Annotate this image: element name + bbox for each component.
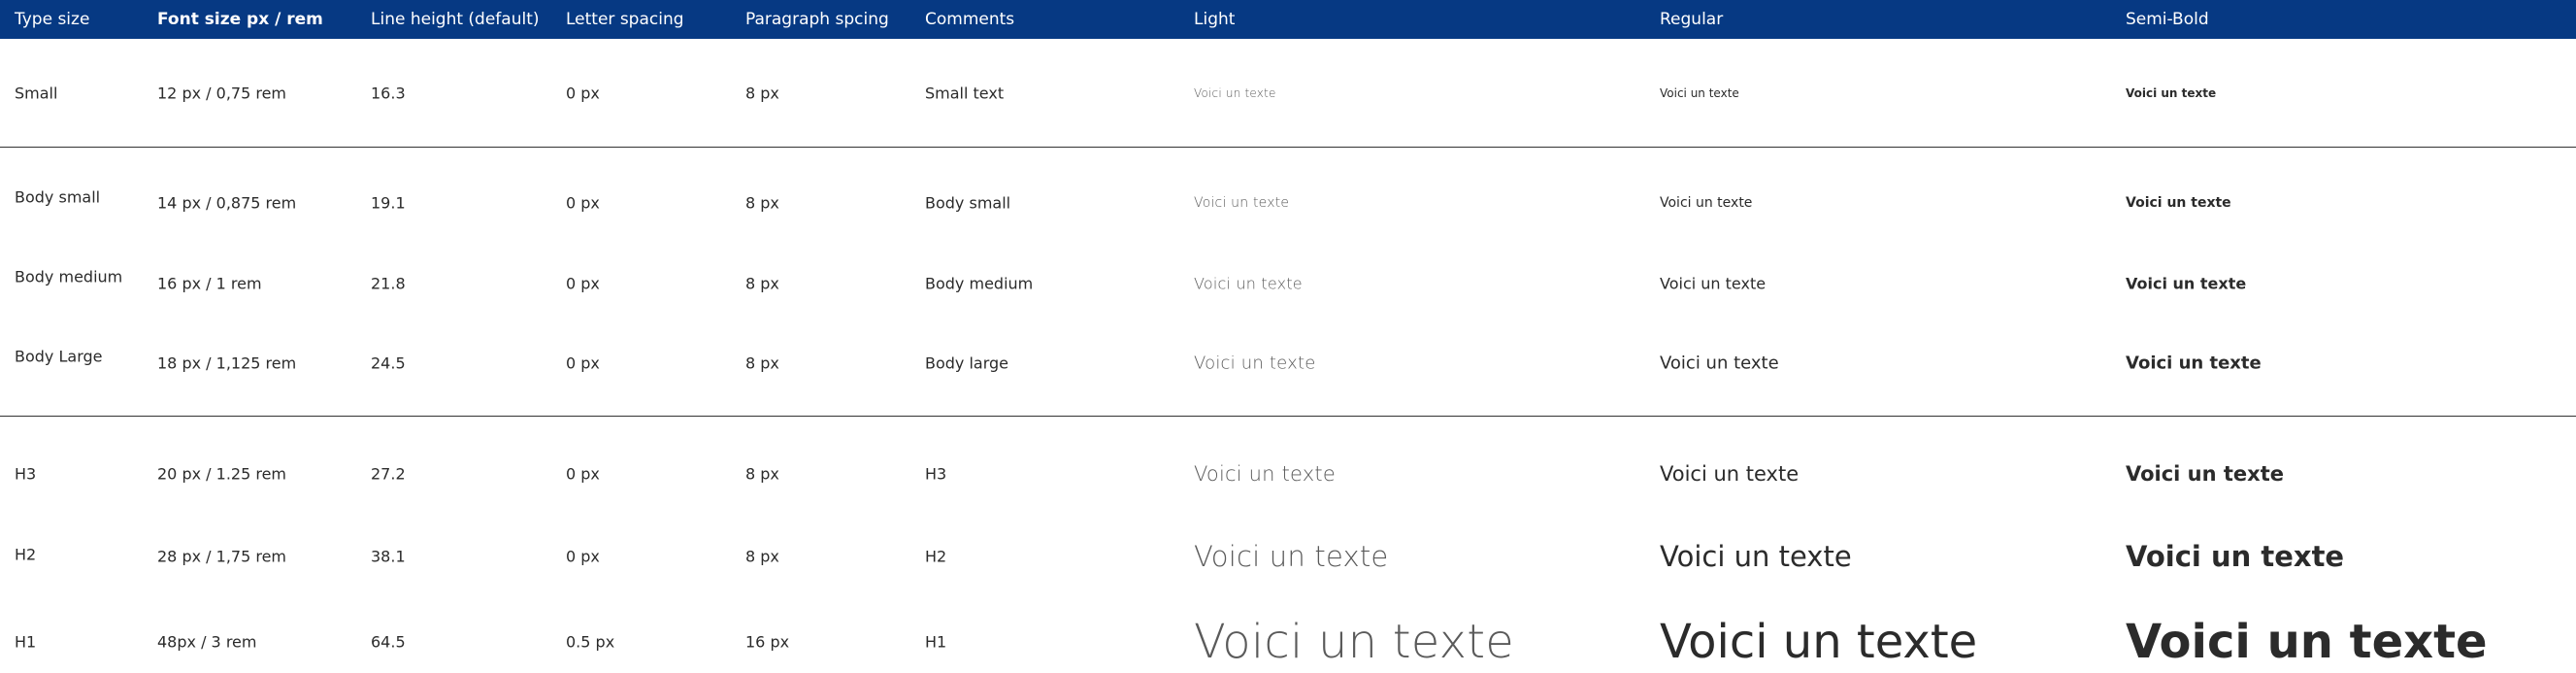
sample-regular: Voici un texte [1660, 615, 1978, 669]
sample-semibold: Voici un texte [2126, 86, 2217, 100]
sample-semibold: Voici un texte [2126, 353, 2262, 374]
paragraph-spacing-cell: 8 px [745, 193, 779, 213]
header-letter-spacing: Letter spacing [566, 10, 684, 29]
comment-cell: H1 [925, 632, 947, 652]
line-height-cell: 24.5 [371, 353, 406, 373]
header-regular: Regular [1660, 10, 1724, 29]
letter-spacing-cell: 0 px [566, 464, 600, 484]
sample-semibold: Voici un texte [2126, 274, 2247, 293]
line-height-cell: 16.3 [371, 84, 406, 103]
sample-light: Voici un texte [1194, 195, 1290, 211]
sample-regular: Voici un texte [1660, 274, 1767, 293]
table-header: Type size Font size px / rem Line height… [0, 0, 2576, 39]
line-height-cell: 38.1 [371, 547, 406, 566]
paragraph-spacing-cell: 8 px [745, 274, 779, 293]
font-size-cell: 48px / 3 rem [157, 632, 257, 652]
header-line-height: Line height (default) [371, 10, 540, 29]
sample-regular: Voici un texte [1660, 195, 1753, 211]
comment-cell: Body large [925, 353, 1009, 373]
header-light: Light [1194, 10, 1236, 29]
font-size-cell: 20 px / 1.25 rem [157, 464, 286, 484]
header-comments: Comments [925, 10, 1015, 29]
sample-regular: Voici un texte [1660, 86, 1739, 100]
sample-semibold: Voici un texte [2126, 615, 2488, 669]
paragraph-spacing-cell: 16 px [745, 632, 790, 652]
comment-cell: Small text [925, 84, 1005, 103]
line-height-cell: 64.5 [371, 632, 406, 652]
font-size-cell: 18 px / 1,125 rem [157, 353, 297, 373]
line-height-cell: 21.8 [371, 274, 406, 293]
header-paragraph-spacing: Paragraph spcing [745, 10, 889, 29]
letter-spacing-cell: 0 px [566, 547, 600, 566]
letter-spacing-cell: 0 px [566, 353, 600, 373]
sample-regular: Voici un texte [1660, 540, 1852, 573]
section-divider [0, 147, 2576, 148]
header-semibold: Semi-Bold [2126, 10, 2209, 29]
sample-semibold: Voici un texte [2126, 195, 2231, 211]
letter-spacing-cell: 0 px [566, 84, 600, 103]
comment-cell: H3 [925, 464, 947, 484]
font-size-cell: 12 px / 0,75 rem [157, 84, 286, 103]
paragraph-spacing-cell: 8 px [745, 547, 779, 566]
sample-semibold: Voici un texte [2126, 540, 2345, 573]
section-divider [0, 416, 2576, 417]
sample-light: Voici un texte [1194, 540, 1389, 573]
line-height-cell: 19.1 [371, 193, 406, 213]
header-type-size: Type size [15, 10, 90, 29]
comment-cell: Body small [925, 193, 1011, 213]
type-size-cell: Body Large [15, 347, 103, 366]
paragraph-spacing-cell: 8 px [745, 464, 779, 484]
paragraph-spacing-cell: 8 px [745, 84, 779, 103]
font-size-cell: 28 px / 1,75 rem [157, 547, 286, 566]
sample-light: Voici un texte [1194, 274, 1303, 293]
paragraph-spacing-cell: 8 px [745, 353, 779, 373]
comment-cell: Body medium [925, 274, 1034, 293]
sample-regular: Voici un texte [1660, 462, 1800, 486]
sample-semibold: Voici un texte [2126, 462, 2285, 486]
sample-regular: Voici un texte [1660, 353, 1779, 374]
letter-spacing-cell: 0 px [566, 193, 600, 213]
font-size-cell: 14 px / 0,875 rem [157, 193, 297, 213]
type-size-cell: H2 [15, 545, 37, 564]
font-size-cell: 16 px / 1 rem [157, 274, 262, 293]
letter-spacing-cell: 0 px [566, 274, 600, 293]
line-height-cell: 27.2 [371, 464, 406, 484]
comment-cell: H2 [925, 547, 947, 566]
header-font-size: Font size px / rem [157, 10, 323, 29]
type-size-cell: Body small [15, 187, 101, 207]
sample-light: Voici un texte [1194, 615, 1514, 669]
type-size-cell: H3 [15, 464, 37, 484]
type-size-cell: Body medium [15, 267, 123, 286]
type-size-cell: H1 [15, 632, 37, 652]
type-size-cell: Small [15, 84, 58, 103]
sample-light: Voici un texte [1194, 462, 1336, 486]
letter-spacing-cell: 0.5 px [566, 632, 615, 652]
sample-light: Voici un texte [1194, 86, 1276, 100]
sample-light: Voici un texte [1194, 353, 1316, 374]
